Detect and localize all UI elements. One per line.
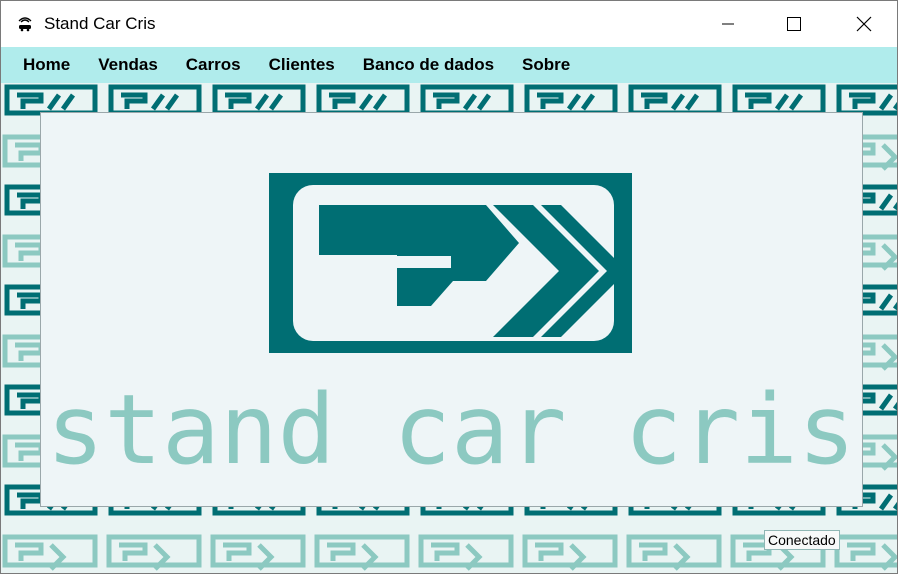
maximize-button[interactable]: [771, 1, 817, 47]
logo-text: stand car cris: [46, 374, 855, 486]
stand-car-cris-logo: stand car cris: [46, 173, 856, 486]
menu-bar: Home Vendas Carros Clientes Banco de dad…: [1, 47, 897, 83]
minimize-button[interactable]: [705, 1, 751, 47]
car-icon: [15, 13, 35, 33]
background-pattern: stand car cris Conectado: [1, 83, 897, 573]
logo-panel: stand car cris: [40, 112, 863, 507]
menu-item-banco-de-dados[interactable]: Banco de dados: [349, 47, 508, 83]
title-bar: Stand Car Cris: [1, 1, 897, 47]
menu-item-home[interactable]: Home: [9, 47, 84, 83]
minimize-icon: [722, 23, 734, 25]
window-title: Stand Car Cris: [44, 14, 156, 33]
menu-item-sobre[interactable]: Sobre: [508, 47, 584, 83]
close-button[interactable]: [841, 1, 887, 47]
connection-status: Conectado: [764, 530, 840, 550]
menu-item-vendas[interactable]: Vendas: [84, 47, 172, 83]
menu-item-clientes[interactable]: Clientes: [255, 47, 349, 83]
close-icon: [856, 16, 872, 32]
maximize-icon: [787, 17, 801, 31]
menu-item-carros[interactable]: Carros: [172, 47, 255, 83]
app-window: Stand Car Cris Home Vendas Carros Client…: [0, 0, 898, 574]
